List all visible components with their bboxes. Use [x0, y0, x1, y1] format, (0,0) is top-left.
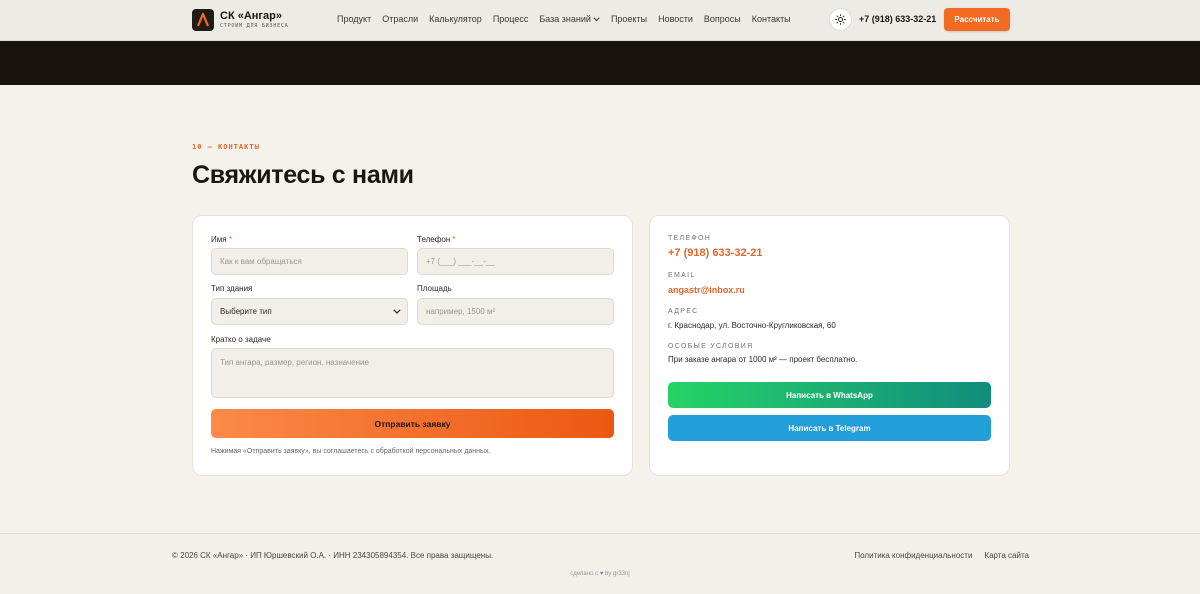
address-info-label: АДРЕС [668, 308, 699, 315]
email-info-link[interactable]: angastr@inbox.ru [668, 285, 745, 295]
main-nav: Продукт Отрасли Калькулятор Процесс База… [337, 14, 791, 24]
brand-subtitle: СТРОИМ ДЛЯ БИЗНЕСА [220, 23, 289, 29]
sun-icon [835, 14, 846, 25]
building-type-label: Тип здания [211, 284, 253, 293]
nav-item-calculator[interactable]: Калькулятор [429, 14, 482, 24]
telegram-button[interactable]: Написать в Telegram [668, 415, 991, 441]
site-header: СК «Ангар» СТРОИМ ДЛЯ БИЗНЕСА Продукт От… [0, 0, 1200, 41]
task-textarea[interactable]: Тип ангара, размер, регион, назначение [211, 348, 614, 398]
submit-button[interactable]: Отправить заявку [211, 409, 614, 438]
heart-icon: ♥ [599, 571, 604, 577]
nav-item-process[interactable]: Процесс [493, 14, 529, 24]
nav-item-product[interactable]: Продукт [337, 14, 371, 24]
footer-copyright: © 2026 СК «Ангар» · ИП Юршевский О.А. · … [172, 551, 494, 560]
sitemap-link[interactable]: Карта сайта [984, 551, 1029, 560]
terms-info-value: При заказе ангара от 1000 м² — проект бе… [668, 355, 858, 364]
chevron-down-icon [593, 16, 600, 21]
brand-logo[interactable]: СК «Ангар» СТРОИМ ДЛЯ БИЗНЕСА [192, 9, 289, 31]
page-title: Свяжитесь с нами [192, 161, 414, 189]
hero-dark-band [0, 41, 1200, 85]
address-info-value: г. Краснодар, ул. Восточно-Кругликовская… [668, 321, 836, 330]
logo-mark-icon [192, 9, 214, 31]
building-type-select[interactable]: Выберите тип [211, 298, 408, 325]
header-phone-link[interactable]: +7 (918) 633-32-21 [859, 14, 936, 24]
brand-title: СК «Ангар» [220, 10, 282, 22]
made-by-prefix: сделано с [570, 571, 599, 577]
area-label: Площадь [417, 284, 452, 293]
theme-toggle-button[interactable] [829, 8, 852, 31]
phone-label: Телефон * [417, 235, 456, 244]
footer-links: Политика конфиденциальности Карта сайта [854, 551, 1029, 560]
name-label-text: Имя [211, 235, 227, 244]
nav-item-knowledge-base-label: База знаний [539, 14, 591, 24]
area-input[interactable]: например, 1500 м² [417, 298, 614, 325]
required-mark: * [228, 235, 232, 244]
consent-disclaimer: Нажимая «Отправить заявку», вы соглашает… [211, 448, 491, 455]
made-by-credit: сделано с ♥ by gr33nj [0, 571, 1200, 577]
phone-info-link[interactable]: +7 (918) 633-32-21 [668, 247, 762, 259]
contact-form-card: Имя * Как к вам обращаться Телефон * +7 … [192, 215, 633, 476]
nav-item-news[interactable]: Новости [658, 14, 693, 24]
name-input[interactable]: Как к вам обращаться [211, 248, 408, 275]
site-footer: © 2026 СК «Ангар» · ИП Юршевский О.А. · … [0, 533, 1200, 594]
terms-info-label: ОСОБЫЕ УСЛОВИЯ [668, 343, 754, 350]
nav-item-faq[interactable]: Вопросы [704, 14, 741, 24]
phone-input[interactable]: +7 (___) ___-__-__ [417, 248, 614, 275]
building-type-value: Выберите тип [220, 307, 272, 316]
phone-info-label: ТЕЛЕФОН [668, 235, 712, 242]
task-label: Кратко о задаче [211, 335, 271, 344]
nav-item-projects[interactable]: Проекты [611, 14, 647, 24]
contact-info-card: ТЕЛЕФОН +7 (918) 633-32-21 EMAIL angastr… [649, 215, 1010, 476]
chevron-down-icon [393, 309, 401, 314]
calculate-button[interactable]: Рассчитать [944, 8, 1010, 31]
required-mark: * [452, 235, 456, 244]
whatsapp-button[interactable]: Написать в WhatsApp [668, 382, 991, 408]
section-eyebrow: 10 — КОНТАКТЫ [192, 143, 260, 151]
made-by-suffix[interactable]: by gr33nj [605, 571, 630, 577]
nav-item-contacts[interactable]: Контакты [752, 14, 791, 24]
nav-item-industries[interactable]: Отрасли [382, 14, 418, 24]
name-label: Имя * [211, 235, 232, 244]
phone-label-text: Телефон [417, 235, 451, 244]
email-info-label: EMAIL [668, 272, 696, 279]
privacy-policy-link[interactable]: Политика конфиденциальности [854, 551, 972, 560]
nav-item-knowledge-base[interactable]: База знаний [539, 14, 600, 24]
